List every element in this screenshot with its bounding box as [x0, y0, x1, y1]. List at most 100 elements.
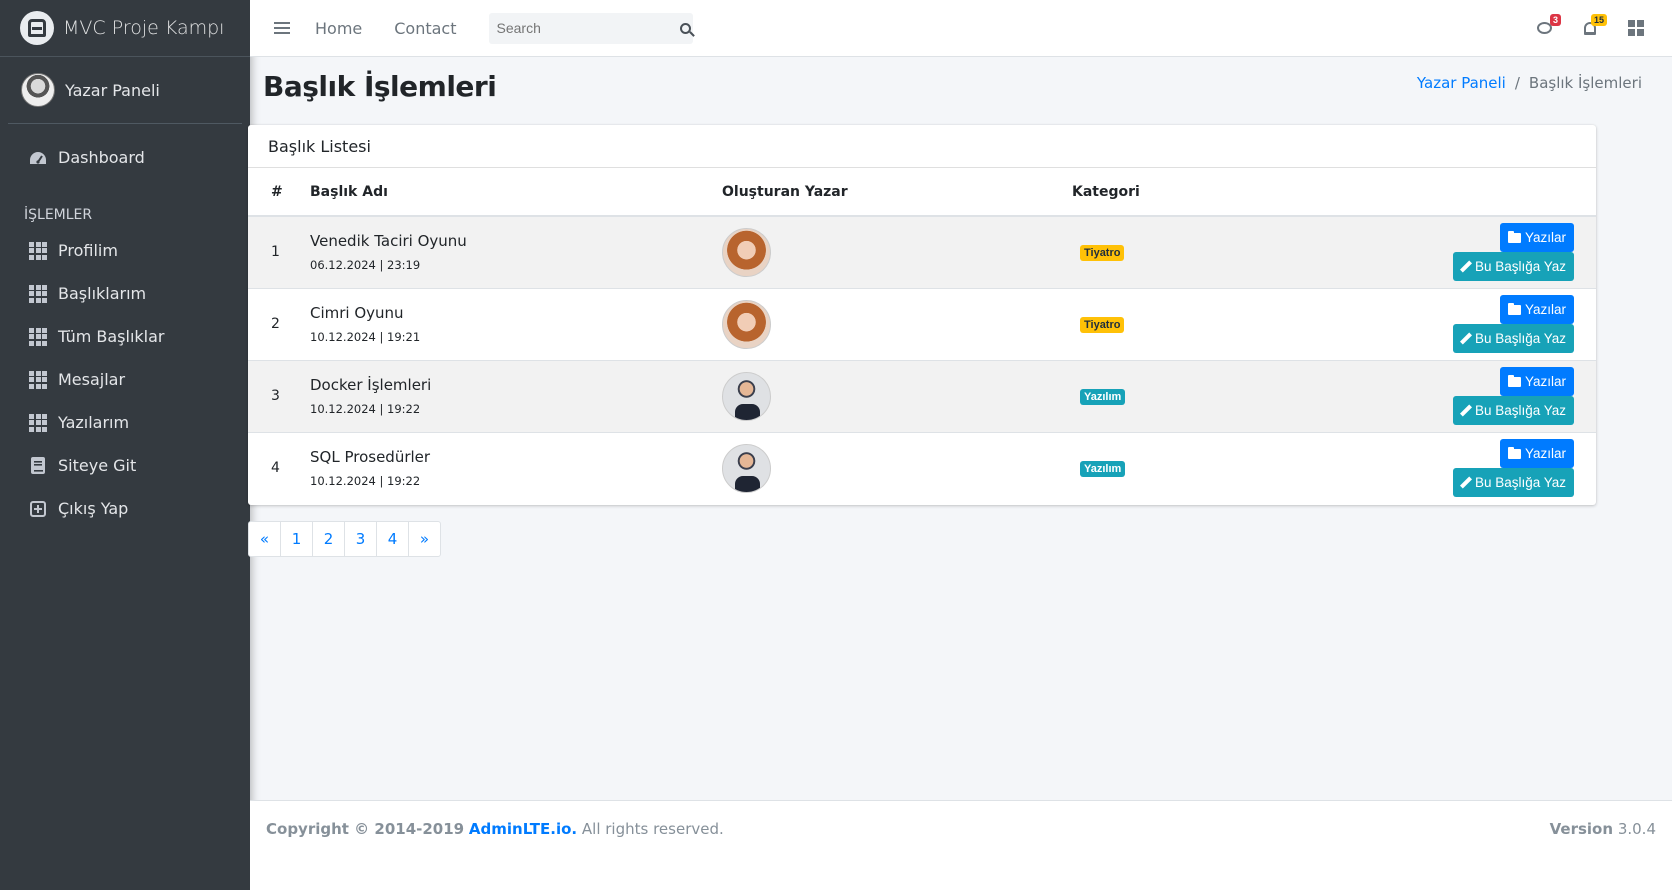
footer: Copyright © 2014-2019 AdminLTE.io. All r…	[250, 800, 1672, 890]
page-3[interactable]: 3	[344, 521, 377, 557]
search-icon	[679, 22, 691, 34]
row-number: 2	[248, 287, 310, 360]
grid-icon	[28, 241, 48, 261]
page-next[interactable]: »	[408, 521, 441, 557]
grid-icon	[28, 327, 48, 347]
row-number: 1	[248, 215, 310, 288]
nav-link-contact[interactable]: Contact	[394, 19, 456, 38]
sidebar-item-dashboard[interactable]: Dashboard	[8, 136, 242, 179]
category-badge: Yazılım	[1080, 460, 1126, 477]
brand-link[interactable]: MVC Proje Kampı	[0, 0, 250, 57]
breadcrumb-current: Başlık İşlemleri	[1528, 74, 1642, 92]
write-button-label: Bu Başlığa Yaz	[1474, 331, 1566, 346]
page-2[interactable]: 2	[312, 521, 345, 557]
write-button-label: Bu Başlığa Yaz	[1474, 475, 1566, 491]
write-to-title-button[interactable]: Bu Başlığa Yaz	[1452, 468, 1574, 498]
write-to-title-button[interactable]: Bu Başlığa Yaz	[1452, 324, 1574, 353]
sidebar-item-label: Başlıklarım	[58, 284, 147, 303]
control-sidebar-button[interactable]	[1626, 18, 1646, 38]
footer-rights: All rights reserved.	[581, 820, 724, 838]
posts-button[interactable]: Yazılar	[1499, 367, 1574, 396]
titles-card: Başlık Listesi # Başlık Adı Oluşturan Ya…	[248, 125, 1596, 505]
table-row: 1 Venedik Taciri Oyunu 06.12.2024 | 23:1…	[248, 215, 1596, 288]
version-value: 3.0.4	[1617, 820, 1656, 838]
column-header-title: Başlık Adı	[310, 168, 722, 217]
navbar-right: 3 15	[1508, 14, 1646, 38]
posts-button-label: Yazılar	[1524, 446, 1566, 462]
version-label: Version	[1549, 820, 1614, 838]
top-navbar: Home Contact 3 15	[250, 0, 1672, 57]
sidebar-item-label: Yazılarım	[58, 413, 130, 432]
pencil-icon	[1459, 260, 1472, 273]
write-button-label: Bu Başlığa Yaz	[1474, 403, 1566, 418]
write-to-title-button[interactable]: Bu Başlığa Yaz	[1452, 252, 1574, 282]
page-4[interactable]: 4	[376, 521, 409, 557]
sidebar-item-cikis-yap[interactable]: Çıkış Yap	[8, 487, 242, 530]
row-title: Venedik Taciri Oyunu	[310, 232, 467, 251]
row-number: 3	[248, 359, 310, 432]
row-date: 10.12.2024 | 19:22	[310, 402, 421, 416]
category-badge: Yazılım	[1080, 388, 1126, 405]
footer-brand-link[interactable]: AdminLTE.io.	[469, 820, 577, 838]
sidebar-item-profilim[interactable]: Profilim	[8, 229, 242, 272]
sidebar-item-siteye-git[interactable]: Siteye Git	[8, 444, 242, 487]
sidebar-item-yazilarim[interactable]: Yazılarım	[8, 401, 242, 444]
plus-square-icon	[28, 499, 48, 519]
user-panel[interactable]: Yazar Paneli	[8, 57, 242, 124]
row-date: 06.12.2024 | 23:19	[310, 258, 421, 273]
folder-icon	[1507, 446, 1521, 459]
messages-badge: 3	[1549, 14, 1561, 26]
sidebar-item-label: Çıkış Yap	[58, 499, 129, 518]
row-date: 10.12.2024 | 19:21	[310, 330, 421, 344]
table-row: 3 Docker İşlemleri 10.12.2024 | 19:22 Ya…	[248, 359, 1596, 432]
sidebar-item-label: Siteye Git	[58, 456, 137, 475]
page-prev[interactable]: «	[248, 521, 281, 557]
row-number: 4	[248, 431, 310, 504]
search-input[interactable]	[488, 20, 678, 36]
th-large-icon	[1628, 20, 1644, 36]
pagination: « 1 2 3 4 »	[248, 521, 441, 557]
user-name: Yazar Paneli	[65, 80, 160, 100]
nav-link-home[interactable]: Home	[315, 19, 362, 38]
breadcrumb: Yazar Paneli / Başlık İşlemleri	[1417, 74, 1642, 92]
pencil-icon	[1459, 332, 1472, 345]
search-box	[488, 12, 693, 44]
breadcrumb-link-yazar-paneli[interactable]: Yazar Paneli	[1417, 74, 1506, 92]
table-row: 2 Cimri Oyunu 10.12.2024 | 19:21 Tiyatro…	[248, 287, 1596, 360]
sidebar-item-mesajlar[interactable]: Mesajlar	[8, 358, 242, 401]
posts-button[interactable]: Yazılar	[1499, 439, 1574, 469]
menu-toggle-icon[interactable]	[274, 19, 290, 37]
column-header-category: Kategori	[1072, 168, 1372, 217]
sidebar-item-label: Tüm Başlıklar	[58, 327, 165, 346]
pencil-icon	[1459, 404, 1472, 417]
messages-button[interactable]: 3	[1534, 14, 1561, 38]
category-badge: Tiyatro	[1080, 316, 1125, 333]
posts-button[interactable]: Yazılar	[1499, 223, 1574, 253]
author-avatar	[722, 443, 771, 493]
sidebar-item-label: Profilim	[58, 241, 118, 260]
breadcrumb-separator: /	[1514, 74, 1520, 92]
notifications-button[interactable]: 15	[1580, 14, 1607, 38]
brand-logo-icon	[20, 11, 54, 45]
sidebar-item-label: Dashboard	[58, 148, 145, 167]
user-avatar	[21, 73, 55, 107]
posts-button[interactable]: Yazılar	[1499, 295, 1574, 324]
sidebar-item-tum-basliklar[interactable]: Tüm Başlıklar	[8, 315, 242, 358]
sidebar-item-basliklarim[interactable]: Başlıklarım	[8, 272, 242, 315]
notifications-badge: 15	[1590, 14, 1607, 26]
row-title: Docker İşlemleri	[310, 376, 432, 394]
page-title: Başlık İşlemleri	[263, 70, 497, 103]
search-button[interactable]	[678, 13, 693, 44]
brand-name: MVC Proje Kampı	[63, 17, 225, 39]
page-1[interactable]: 1	[280, 521, 313, 557]
author-avatar	[722, 299, 771, 349]
card-title: Başlık Listesi	[248, 125, 1596, 168]
folder-icon	[1507, 374, 1521, 387]
author-avatar	[722, 371, 771, 421]
column-header-number: #	[248, 168, 310, 217]
sidebar-section-header: İŞLEMLER	[24, 207, 93, 223]
category-badge: Tiyatro	[1080, 244, 1125, 261]
write-to-title-button[interactable]: Bu Başlığa Yaz	[1452, 396, 1574, 425]
sidebar-nav: Dashboard İŞLEMLER Profilim Başlıklarım …	[0, 124, 250, 530]
footer-copyright: Copyright © 2014-2019	[266, 820, 465, 838]
